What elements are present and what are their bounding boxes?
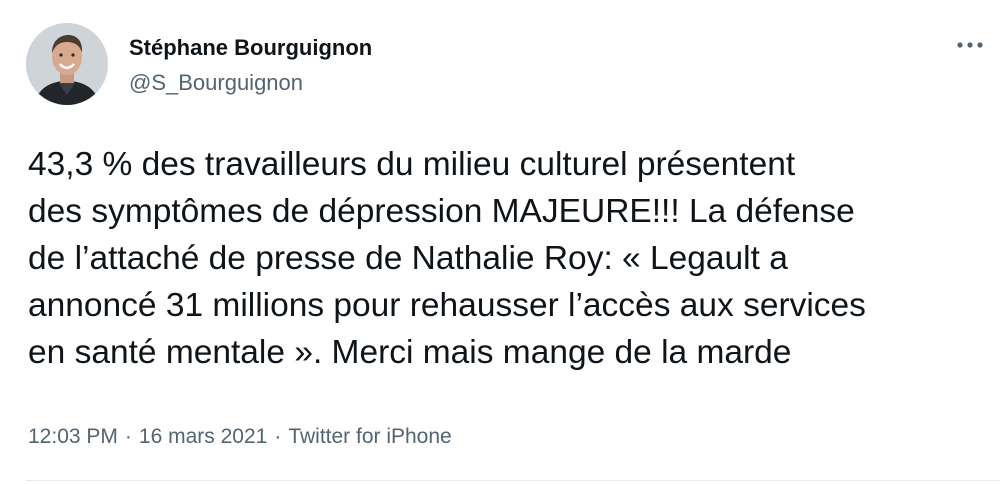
tweet-metadata: 12:03 PM · 16 mars 2021 · Twitter for iPhone [28,425,452,449]
profile-photo-icon [26,23,108,105]
meta-separator: · [124,425,132,448]
divider [26,480,1000,481]
tweet-source[interactable]: Twitter for iPhone [288,425,451,448]
avatar[interactable] [26,23,108,105]
tweet-text: 43,3 % des travailleurs du milieu cultur… [28,146,866,371]
author-handle[interactable]: @S_Bourguignon [129,70,303,96]
author-display-name[interactable]: Stéphane Bourguignon [129,35,372,61]
tweet-card: Stéphane Bourguignon @S_Bourguignon 43,3… [0,0,1000,484]
tweet-date[interactable]: 16 mars 2021 [139,425,267,448]
tweet-time[interactable]: 12:03 PM [28,425,118,448]
more-horizontal-icon [957,42,983,48]
more-options-button[interactable] [950,30,990,60]
meta-separator: · [274,425,282,448]
